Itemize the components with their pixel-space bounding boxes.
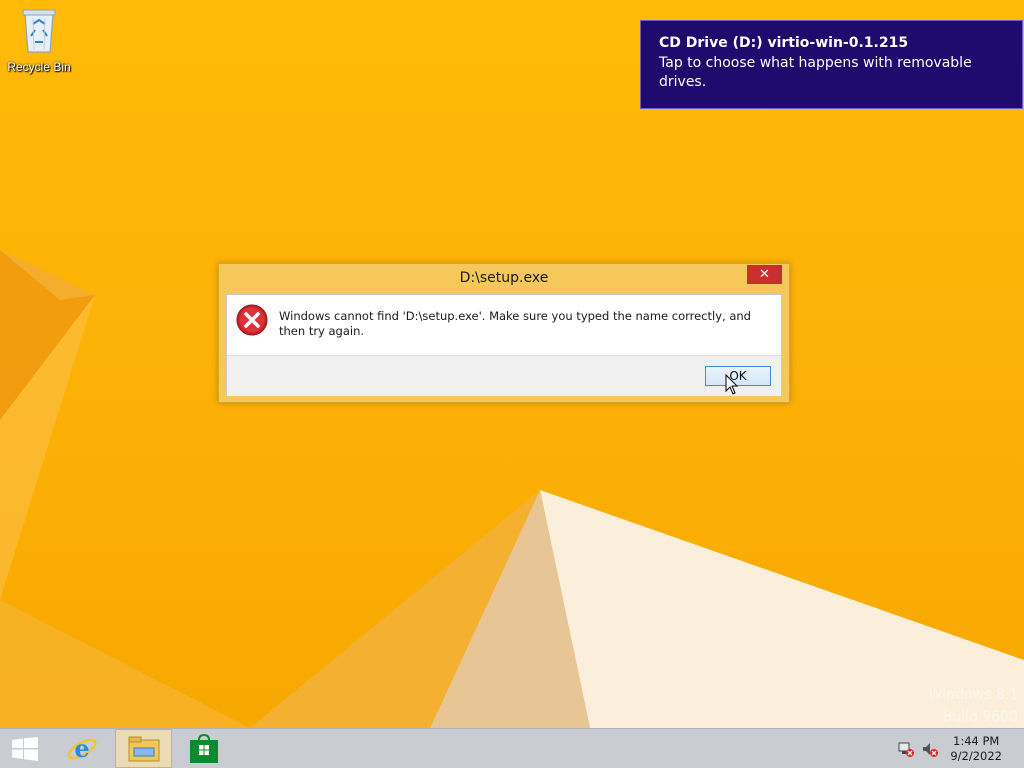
autoplay-toast[interactable]: CD Drive (D:) virtio-win-0.1.215 Tap to …: [640, 20, 1023, 109]
error-message: Windows cannot find 'D:\setup.exe'. Make…: [279, 309, 751, 338]
close-button[interactable]: ✕: [747, 265, 782, 284]
message-area: Windows cannot find 'D:\setup.exe'. Make…: [227, 295, 781, 355]
button-area: OK: [227, 355, 781, 396]
clock-date: 9/2/2022: [950, 749, 1002, 763]
svg-text:e: e: [74, 734, 89, 763]
toast-title: CD Drive (D:) virtio-win-0.1.215: [659, 35, 909, 51]
recycle-bin-label: Recycle Bin: [7, 60, 71, 74]
store-taskbar-button[interactable]: [176, 729, 230, 768]
error-dialog: D:\setup.exe ✕ Windows cannot find 'D:\s…: [218, 263, 790, 403]
recycle-bin-shortcut[interactable]: Recycle Bin: [4, 6, 74, 74]
file-explorer-taskbar-button[interactable]: [115, 729, 172, 768]
internet-explorer-taskbar-button[interactable]: e: [56, 729, 110, 768]
dialog-content: Windows cannot find 'D:\setup.exe'. Make…: [226, 294, 782, 396]
windows-version-watermark: Windows 8.1 Build 9600: [929, 684, 1018, 728]
store-icon: [190, 734, 218, 763]
start-button[interactable]: [0, 729, 54, 768]
watermark-version: Windows 8.1: [928, 687, 1018, 703]
internet-explorer-icon: e: [67, 734, 97, 763]
system-clock[interactable]: 1:44 PM 9/2/2022: [950, 734, 1002, 764]
dialog-titlebar[interactable]: D:\setup.exe ✕: [219, 264, 789, 293]
network-icon[interactable]: [898, 741, 914, 757]
error-icon: [236, 304, 268, 336]
start-icon: [12, 737, 38, 761]
volume-muted-icon[interactable]: [922, 741, 938, 757]
recycle-bin-icon: [22, 9, 56, 53]
taskbar: e 1:44 PM 9/2/2022: [0, 728, 1024, 768]
watermark-build: Build 9600: [942, 709, 1018, 725]
dialog-title: D:\setup.exe: [459, 270, 549, 286]
clock-time: 1:44 PM: [953, 734, 1000, 748]
mouse-cursor-icon: [725, 374, 739, 395]
file-explorer-icon: [128, 736, 160, 762]
toast-body: Tap to choose what happens with removabl…: [659, 55, 972, 90]
